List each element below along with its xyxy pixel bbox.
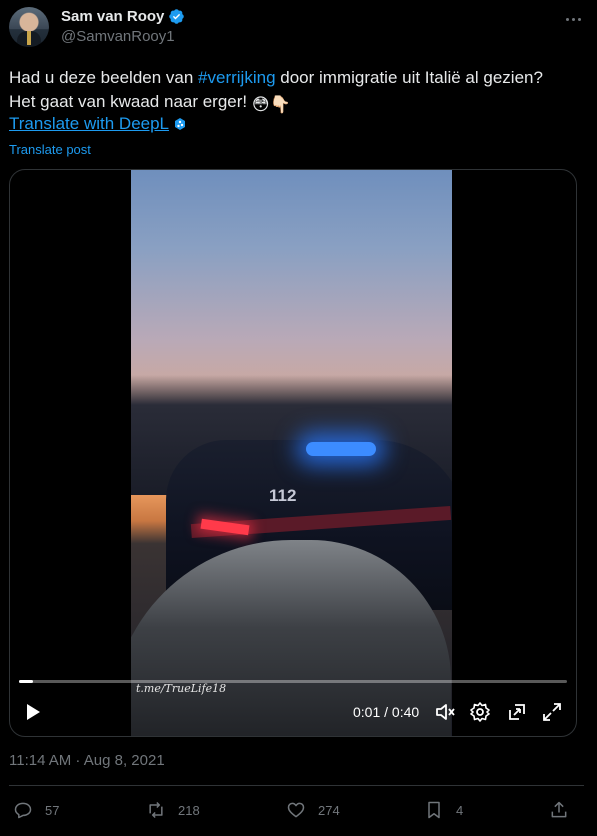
video-controls: 0:01 / 0:40 [10,698,576,726]
video-watermark: t.me/TrueLife18 [136,682,227,695]
author-name-row: Sam van Rooy [61,8,185,25]
deepl-label: Translate with DeepL [9,114,170,133]
post-text-line1-pre: Had u deze beelden van [9,68,199,87]
mute-icon[interactable] [434,701,456,723]
action-bar: 57 218 274 4 [0,800,597,824]
post-header: Sam van Rooy @SamvanRooy1 [9,7,585,49]
verified-badge-icon [169,9,185,24]
bookmark-count: 4 [456,802,464,818]
pip-icon[interactable] [506,701,528,723]
avatar[interactable] [9,7,49,47]
share-button[interactable] [549,800,569,820]
like-button[interactable]: 274 [286,800,340,820]
post-timestamp[interactable]: 11:14 AM · Aug 8, 2021 [9,752,165,769]
settings-icon[interactable] [469,701,491,723]
reply-button[interactable]: 57 [13,800,59,820]
repost-icon [149,801,163,819]
video-siren [306,442,376,456]
reply-count: 57 [45,802,60,818]
author-name[interactable]: Sam van Rooy [61,8,164,25]
repost-count: 218 [178,802,200,818]
bookmark-button[interactable]: 4 [424,800,463,820]
emoji: 😳👇🏻 [251,95,291,114]
like-count: 274 [318,802,340,818]
fullscreen-icon[interactable] [541,701,563,723]
more-icon[interactable] [561,9,585,29]
divider [9,785,584,786]
post-text: Had u deze beelden van #verrijking door … [9,66,584,117]
translate-post-link[interactable]: Translate post [9,142,91,157]
post-text-line2: Het gaat van kwaad naar erger! [9,92,252,111]
video-player[interactable]: 112 t.me/TrueLife18 0:01 / 0:40 [9,169,577,737]
hashtag-link[interactable]: #verrijking [198,68,275,87]
play-icon[interactable] [24,703,42,721]
video-time: 0:01 / 0:40 [353,704,420,720]
deepl-icon [175,118,186,130]
bookmark-icon [428,801,440,819]
video-car-number: 112 [269,486,297,505]
reply-icon [14,802,32,819]
video-progress-bar[interactable] [19,680,567,683]
like-icon [287,802,305,818]
author-handle[interactable]: @SamvanRooy1 [61,28,175,45]
share-icon [551,801,567,818]
video-frame[interactable]: 112 t.me/TrueLife18 [131,170,452,736]
deepl-link[interactable]: Translate with DeepL [9,114,187,134]
repost-button[interactable]: 218 [146,800,200,820]
video-progress-fill [19,680,33,683]
post-text-line1-post: door immigratie uit Italië al gezien? [275,68,543,87]
